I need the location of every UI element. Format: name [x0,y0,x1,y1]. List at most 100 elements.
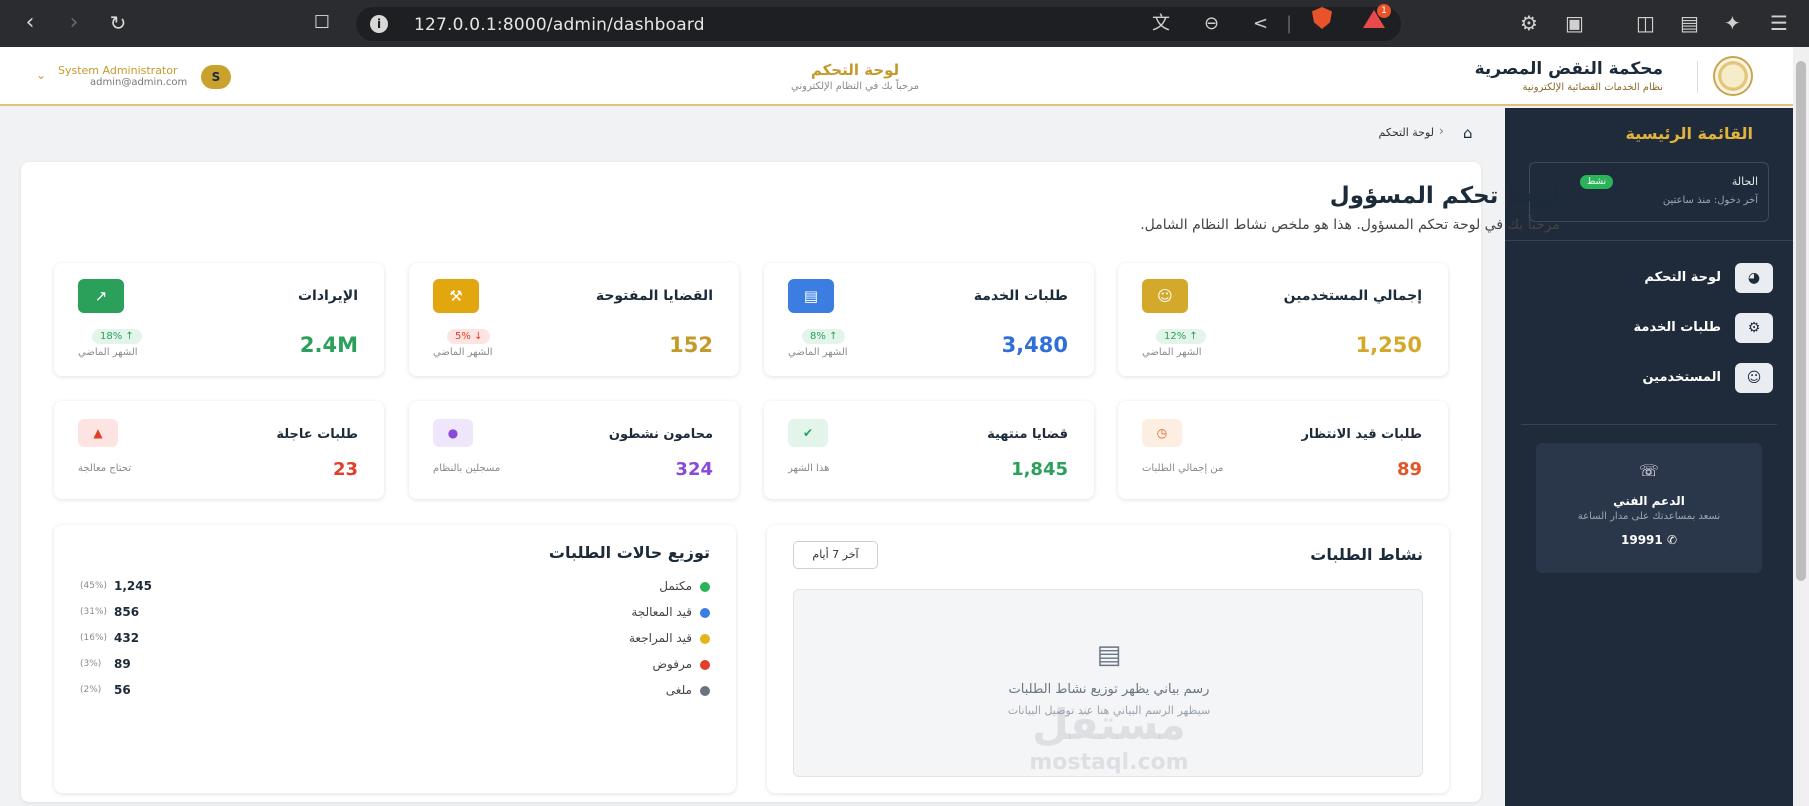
status-count: 856 [114,605,140,619]
stat-title: طلبات عاجلة [276,427,358,442]
translate-icon[interactable]: 文 [1152,13,1170,35]
browser-toolbar: ‹ › ↻ ☐ i 127.0.0.1:8000/admin/dashboard… [0,0,1809,47]
home-icon[interactable]: ⌂ [1463,124,1473,142]
chevron-down-icon[interactable]: ⌄ [36,68,46,82]
sidebar: القائمة الرئيسية الحالة نشط آخر دخول: من… [1505,108,1793,806]
site-info-icon[interactable]: i [370,15,388,33]
clipboard-icon: ▤ [788,279,834,313]
share-icon[interactable]: < [1253,13,1268,35]
arrow-down-icon: ↓ [474,331,483,342]
chart-placeholder-title: رسم بياني يظهر توزيع نشاط الطلبات [1008,682,1210,697]
separator: | [1286,13,1293,34]
stat-caption: تحتاج معالجة [78,463,132,474]
header-title: لوحة التحكم [810,61,900,79]
last-login: آخر دخول: منذ ساعتين [1662,195,1758,206]
stat-card-open-cases: القضايا المفتوحة ⚒ 152 5% ↓ الشهر الماضي [409,263,739,376]
stat-caption: من إجمالي الطلبات [1142,463,1224,474]
sidebar-item-service-requests[interactable]: ⚙ طلبات الخدمة [1523,313,1773,343]
user-email: admin@admin.com [90,77,188,88]
leo-ai-icon[interactable]: ✦ [1724,11,1741,35]
stat-title: إجمالي المستخدمين [1283,288,1422,304]
gauge-icon: ◕ [1735,263,1773,293]
court-name: محكمة النقض المصرية [1474,59,1663,79]
status-label: قيد المعالجة [631,605,692,619]
court-logo [1713,56,1753,96]
status-label: قيد المراجعة [629,631,692,645]
arrow-up-icon: ↑ [125,331,134,342]
support-box: ☏ الدعم الفني نسعد بمساعدتك على مدار الس… [1536,443,1762,573]
status-box: الحالة نشط آخر دخول: منذ ساعتين [1529,162,1769,222]
stat-card-service-requests: طلبات الخدمة ▤ 3,480 8% ↑ الشهر الماضي [764,263,1094,376]
stat-value: 89 [1396,459,1422,480]
status-label: مكتمل [659,579,692,593]
extensions-icon[interactable]: ⚙ [1520,11,1538,35]
status-badge: نشط [1580,175,1614,189]
check-icon: ✔ [788,419,828,447]
support-phone-number[interactable]: 19991 [1621,533,1663,547]
stat-value: 152 [669,333,713,357]
stat-title: طلبات الخدمة [973,288,1068,304]
status-percent: (45%) [80,581,108,591]
list-item: قيد المراجعة 432 (16%) [80,629,714,649]
sidebar-item-label: طلبات الخدمة [1633,320,1721,335]
stat-caption: الشهر الماضي [788,347,848,358]
activity-title: نشاط الطلبات [1310,545,1423,564]
change-value: 18% [100,331,123,342]
wallet-icon[interactable]: ▤ [1680,11,1699,35]
list-item: قيد المعالجة 856 (31%) [80,603,714,623]
user-name[interactable]: System Administrator [58,64,178,77]
status-percent: (16%) [80,633,108,643]
change-badge: 12% ↑ [1156,329,1206,344]
scrollbar[interactable] [1793,47,1809,806]
divider [1697,61,1698,93]
status-count: 432 [114,631,140,645]
change-value: 5% [455,331,471,342]
back-icon[interactable]: ‹ [16,9,44,37]
warning-icon: ▲ [78,419,118,447]
sidebar-toggle-icon[interactable]: ◫ [1636,11,1655,35]
arrow-up-icon: ↑ [829,331,838,342]
status-count: 1,245 [114,579,152,593]
status-percent: (2%) [80,685,102,695]
stat-value: 2.4M [299,333,358,357]
status-label: مرفوض [652,657,693,671]
url-text[interactable]: 127.0.0.1:8000/admin/dashboard [414,15,705,35]
stat-value: 23 [332,459,358,480]
divider [1521,424,1777,425]
sidebar-item-dashboard[interactable]: ◕ لوحة التحكم [1523,263,1773,293]
clock-icon: ◷ [1142,419,1182,447]
address-bar[interactable]: i 127.0.0.1:8000/admin/dashboard 文 ⊖ < | [356,7,1401,41]
sidebar-item-label: المستخدمين [1642,370,1721,385]
screenshot-icon[interactable]: ▣ [1565,11,1584,35]
stat-caption: هذا الشهر [788,463,830,474]
stat-card-pending: طلبات قيد الانتظار ◷ 89 من إجمالي الطلبا… [1118,401,1448,499]
sidebar-item-users[interactable]: ☺ المستخدمين [1523,363,1773,393]
list-item: مكتمل 1,245 (45%) [80,577,714,597]
scroll-thumb[interactable] [1796,61,1806,581]
stat-value: 1,845 [1011,459,1068,480]
reload-icon[interactable]: ↻ [104,9,132,37]
list-item: مرفوض 89 (3%) [80,655,714,675]
avatar[interactable]: S [201,65,231,89]
bookmark-icon[interactable]: ☐ [308,9,336,37]
distribution-card: توزيع حالات الطلبات مكتمل 1,245 (45%) قي… [54,525,736,793]
change-value: 8% [810,331,826,342]
forward-icon[interactable]: › [60,9,88,37]
support-title: الدعم الفني [1613,494,1685,508]
stat-title: قضايا منتهية [987,427,1068,442]
headset-icon: ☏ [1638,461,1659,480]
divider [1505,240,1793,241]
change-badge: 5% ↓ [447,329,491,344]
range-select[interactable]: آخر 7 أيام [793,541,878,569]
phone-icon: ✆ [1666,533,1677,547]
chevron-left-icon: › [1439,124,1444,138]
status-dot [700,608,710,618]
zoom-out-icon[interactable]: ⊖ [1204,13,1219,35]
support-phone[interactable]: 19991 ✆ [1536,533,1762,547]
status-percent: (3%) [80,659,102,669]
stat-card-users: إجمالي المستخدمين ☺ 1,250 12% ↑ الشهر ال… [1118,263,1448,376]
user-icon: ● [433,419,473,447]
breadcrumb[interactable]: لوحة التحكم [1379,126,1434,139]
sidebar-title: القائمة الرئيسية [1625,124,1753,143]
menu-icon[interactable]: ☰ [1770,11,1788,35]
